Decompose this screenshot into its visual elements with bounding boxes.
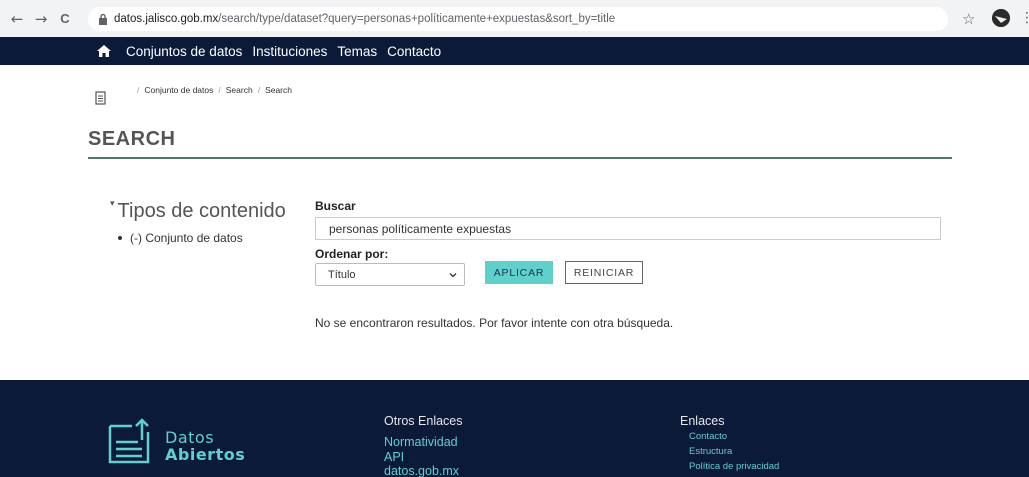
home-icon[interactable] xyxy=(96,44,112,58)
breadcrumb-separator: / xyxy=(218,85,221,95)
nav-temas[interactable]: Temas xyxy=(337,44,377,59)
address-bar[interactable]: datos.jalisco.gob.mx/search/type/dataset… xyxy=(88,7,948,31)
no-results-message: No se encontraron resultados. Por favor … xyxy=(315,316,674,330)
footer-otros-enlaces-heading: Otros Enlaces xyxy=(384,414,463,428)
breadcrumb-item-search[interactable]: Search xyxy=(226,85,253,95)
page-title: SEARCH xyxy=(88,128,176,150)
breadcrumb-separator: / xyxy=(257,85,261,95)
site-navbar: Conjuntos de datos Instituciones Temas C… xyxy=(0,37,1029,65)
forward-arrow-icon[interactable]: → xyxy=(30,8,52,30)
sort-selected-value: Título xyxy=(328,268,356,281)
chevron-down-icon xyxy=(448,270,458,280)
bookmark-star-icon[interactable]: ☆ xyxy=(962,10,975,28)
reset-button[interactable]: REINICIAR xyxy=(565,261,643,284)
logo-line-2: Abiertos xyxy=(165,445,246,464)
footer-link-api[interactable]: API xyxy=(384,450,404,464)
footer-link-politica-de-privacidad[interactable]: Política de privacidad xyxy=(689,461,779,472)
facet-heading-label: Tipos de contenido xyxy=(117,200,286,222)
footer-link-contacto[interactable]: Contacto xyxy=(689,431,727,442)
site-footer: Datos Abiertos Otros Enlaces Normativida… xyxy=(0,380,1029,477)
url-domain: datos.jalisco.gob.mx xyxy=(114,13,219,25)
buscar-label: Buscar xyxy=(315,199,356,213)
browser-menu-icon[interactable]: ⋮ xyxy=(1020,10,1029,26)
title-divider xyxy=(88,157,952,159)
lock-icon xyxy=(98,13,108,25)
document-icon xyxy=(95,90,106,105)
url-path: /search/type/dataset?query=personas+polí… xyxy=(218,13,616,25)
footer-link-estructura[interactable]: Estructura xyxy=(689,446,732,457)
footer-link-normatividad[interactable]: Normatividad xyxy=(384,435,458,449)
back-arrow-icon[interactable]: ← xyxy=(6,8,28,30)
logo-line-1: Datos xyxy=(165,428,215,447)
profile-avatar[interactable] xyxy=(992,9,1010,27)
nav-conjuntos-de-datos[interactable]: Conjuntos de datos xyxy=(126,44,242,59)
sort-label: Ordenar por: xyxy=(315,247,389,261)
facet-heading: ▾ Tipos de contenido xyxy=(110,198,286,223)
breadcrumb-item-current: Search xyxy=(265,85,292,95)
caret-icon: ▾ xyxy=(110,198,115,208)
facet-item-label[interactable]: (-) Conjunto de datos xyxy=(130,231,243,245)
nav-instituciones[interactable]: Instituciones xyxy=(252,44,327,59)
footer-enlaces-heading: Enlaces xyxy=(680,414,725,428)
datos-abiertos-logo-icon xyxy=(108,418,152,464)
browser-toolbar: ← → C datos.jalisco.gob.mx/search/type/d… xyxy=(0,0,1029,37)
breadcrumb: / Conjunto de datos / Search / Search xyxy=(132,85,292,95)
bullet-icon xyxy=(118,235,122,240)
facet-item-conjunto-de-datos[interactable]: (-) Conjunto de datos xyxy=(118,231,243,245)
reload-icon[interactable]: C xyxy=(54,8,76,30)
apply-button[interactable]: APLICAR xyxy=(485,261,553,284)
breadcrumb-item-conjunto-de-datos[interactable]: Conjunto de datos xyxy=(144,85,213,95)
search-input[interactable] xyxy=(315,217,941,240)
nav-contacto[interactable]: Contacto xyxy=(387,44,441,59)
breadcrumb-separator: / xyxy=(137,85,140,95)
logo-text: Datos Abiertos xyxy=(165,429,245,463)
sort-select[interactable]: Título xyxy=(315,263,465,286)
footer-link-datos-gob-mx[interactable]: datos.gob.mx xyxy=(384,464,459,477)
